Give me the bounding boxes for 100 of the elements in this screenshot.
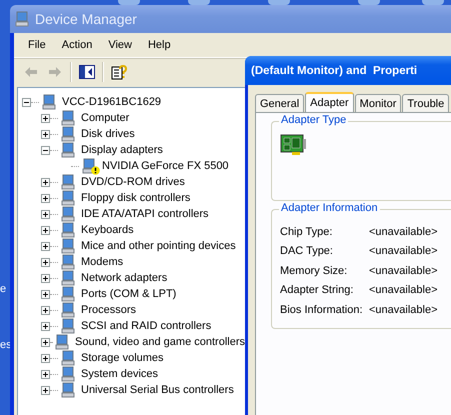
expand-button[interactable] [41,322,50,330]
expand-button[interactable] [41,210,50,218]
device-icon [60,302,76,318]
expand-button[interactable] [41,194,50,202]
console-tree-icon [79,64,95,78]
menu-item[interactable]: View [100,39,140,51]
device-icon [60,350,76,366]
device-icon [60,190,76,206]
tree-item[interactable]: NVIDIA GeForce FX 5500 [101,160,230,172]
tree-item[interactable]: Universal Serial Bus controllers [80,384,235,396]
plus-icon [42,306,49,314]
tree-item[interactable]: Disk drives [80,128,136,140]
field-label: Memory Size: [280,264,348,277]
device-icon [60,286,76,302]
field-label: DAC Type: [280,245,334,258]
expand-button[interactable] [41,338,50,346]
tree-item[interactable]: Processors [80,304,138,316]
collapse-button[interactable] [41,146,50,154]
menu-item[interactable]: Help [140,39,179,51]
expand-button[interactable] [41,178,50,186]
plus-icon [42,210,49,218]
window-title: Device Manager [35,11,137,27]
toolbar-button[interactable] [78,62,96,80]
forward-arrow-icon [48,66,62,78]
computer-icon [14,11,30,27]
help-document-icon [111,64,127,80]
field-value: <unavailable> [369,226,439,238]
desktop-icon[interactable] [358,0,380,5]
plus-icon [42,274,49,282]
tree-item[interactable]: Modems [80,256,124,268]
tab[interactable]: Trouble [402,94,450,112]
expand-button[interactable] [41,354,50,362]
expand-button[interactable] [41,290,50,298]
field-value: <unavailable> [369,245,439,258]
expand-button[interactable] [41,274,50,282]
desktop-icon[interactable] [188,0,210,5]
plus-icon [42,226,49,234]
back-arrow-icon [24,66,38,78]
expand-button[interactable] [41,130,50,138]
expand-button[interactable] [41,386,50,394]
plus-icon [42,130,49,138]
dialog-title: (Default Monitor) and Properti [251,64,418,76]
expand-button[interactable] [41,226,50,234]
expand-button[interactable] [41,370,50,378]
device-icon [60,254,76,270]
desktop-icon[interactable] [118,0,140,5]
plus-icon [42,386,49,394]
desktop-icon[interactable] [268,0,290,5]
expand-button[interactable] [41,306,50,314]
field-value: <unavailable> [369,284,439,296]
expand-button[interactable] [41,242,50,250]
menu-item[interactable]: Action [54,39,100,51]
tree-item[interactable]: VCC-D1961BC1629 [61,96,162,108]
group-heading: Adapter Information [279,202,380,214]
plus-icon [42,258,49,266]
tree-item[interactable]: Sound, video and game controllers [74,336,246,348]
field-label: Adapter String: [280,284,354,296]
plus-icon [42,194,49,202]
tree-item[interactable]: DVD/CD-ROM drives [80,176,186,188]
device-icon [60,366,76,382]
tab[interactable]: General [255,94,304,112]
plus-icon [42,354,49,362]
collapse-button[interactable] [22,98,31,106]
device-icon [60,222,76,238]
device-icon [60,206,76,222]
field-label: Bios Information: [280,304,364,316]
circuit-board-icon [280,134,308,156]
desktop-icon[interactable] [422,0,444,5]
device-icon [60,318,76,334]
menu-item[interactable]: File [20,39,54,51]
desktop-icon-label: e [0,283,8,295]
tab[interactable]: Adapter [305,92,354,112]
device-icon [54,334,70,350]
tree-item[interactable]: Floppy disk controllers [80,192,192,204]
device-icon [60,238,76,254]
tree-item[interactable]: SCSI and RAID controllers [80,320,212,332]
plus-icon [42,370,49,378]
plus-icon [42,322,49,330]
tab[interactable]: Monitor [354,94,402,112]
group-heading: Adapter Type [279,114,348,126]
plus-icon [42,338,49,346]
field-value: <unavailable> [369,264,439,277]
tree-item[interactable]: Computer [80,112,130,124]
tree-item[interactable]: Display adapters [80,144,164,156]
plus-icon [42,114,49,122]
expand-button[interactable] [41,114,50,122]
tree-item[interactable]: Keyboards [80,224,135,236]
plus-icon [42,242,49,250]
device-icon [60,174,76,190]
tree-item[interactable]: IDE ATA/ATAPI controllers [80,208,210,220]
expand-button[interactable] [41,258,50,266]
tree-item[interactable]: Storage volumes [80,352,165,364]
tree-item[interactable]: Mice and other pointing devices [80,240,237,252]
tree-item[interactable]: System devices [80,368,160,380]
tree-item[interactable]: Network adapters [80,272,168,284]
device-icon [60,126,76,142]
tree-item[interactable]: Ports (COM & LPT) [80,288,178,300]
toolbar-button[interactable] [110,62,128,80]
device-icon [60,142,76,158]
plus-icon [42,178,49,186]
